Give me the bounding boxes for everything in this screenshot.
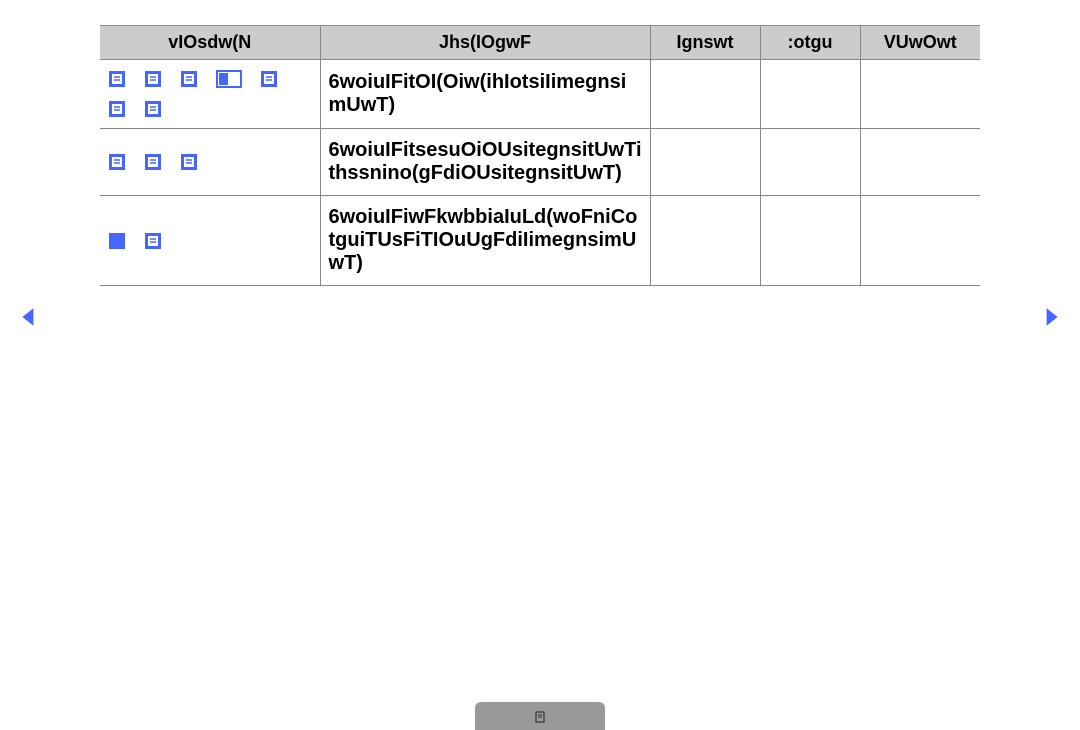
header-col-5: VUwOwt xyxy=(860,26,980,60)
pagination-nav xyxy=(0,306,1080,336)
arrow-left-icon xyxy=(22,308,33,326)
cell-c3 xyxy=(650,60,760,129)
next-page-button[interactable] xyxy=(1040,306,1062,328)
icons-cell xyxy=(100,60,320,129)
doc-icon[interactable] xyxy=(180,70,198,88)
prev-page-button[interactable] xyxy=(18,306,40,328)
header-col-4: :otgu xyxy=(760,26,860,60)
footer-tab[interactable] xyxy=(475,702,605,730)
page-icon[interactable] xyxy=(216,70,242,88)
table-row: 6woiuIFitOI(Oiw(ihIotsiIimegnsimUwT) xyxy=(100,60,980,129)
doc-icon[interactable] xyxy=(144,70,162,88)
title-cell: 6woiuIFiwFkwbbiaIuLd(woFniCotguiTUsFiTIO… xyxy=(320,196,650,286)
results-table-container: vIOsdw(N Jhs(IOgwF Ignswt :otgu VUwOwt 6… xyxy=(100,25,980,286)
header-col-1: vIOsdw(N xyxy=(100,26,320,60)
icons-cell xyxy=(100,196,320,286)
table-row: 6woiuIFitsesuOiOUsitegnsitUwTithssnino(g… xyxy=(100,129,980,196)
cell-c5 xyxy=(860,129,980,196)
footer-tab-icon xyxy=(535,710,545,722)
results-table: vIOsdw(N Jhs(IOgwF Ignswt :otgu VUwOwt 6… xyxy=(100,25,980,286)
cell-c5 xyxy=(860,60,980,129)
cell-c4 xyxy=(760,129,860,196)
doc-icon[interactable] xyxy=(180,153,198,171)
header-col-3: Ignswt xyxy=(650,26,760,60)
doc-icon[interactable] xyxy=(144,100,162,118)
doc-icon[interactable] xyxy=(108,100,126,118)
header-col-2: Jhs(IOgwF xyxy=(320,26,650,60)
doc-icon[interactable] xyxy=(144,232,162,250)
doc-icon[interactable] xyxy=(260,70,278,88)
arrow-right-icon xyxy=(1047,308,1058,326)
title-cell: 6woiuIFitsesuOiOUsitegnsitUwTithssnino(g… xyxy=(320,129,650,196)
square-icon[interactable] xyxy=(108,232,126,250)
cell-c4 xyxy=(760,196,860,286)
table-row: 6woiuIFiwFkwbbiaIuLd(woFniCotguiTUsFiTIO… xyxy=(100,196,980,286)
doc-icon[interactable] xyxy=(108,153,126,171)
doc-icon[interactable] xyxy=(144,153,162,171)
cell-c3 xyxy=(650,129,760,196)
title-cell: 6woiuIFitOI(Oiw(ihIotsiIimegnsimUwT) xyxy=(320,60,650,129)
cell-c5 xyxy=(860,196,980,286)
doc-icon[interactable] xyxy=(108,70,126,88)
cell-c4 xyxy=(760,60,860,129)
icons-cell xyxy=(100,129,320,196)
cell-c3 xyxy=(650,196,760,286)
